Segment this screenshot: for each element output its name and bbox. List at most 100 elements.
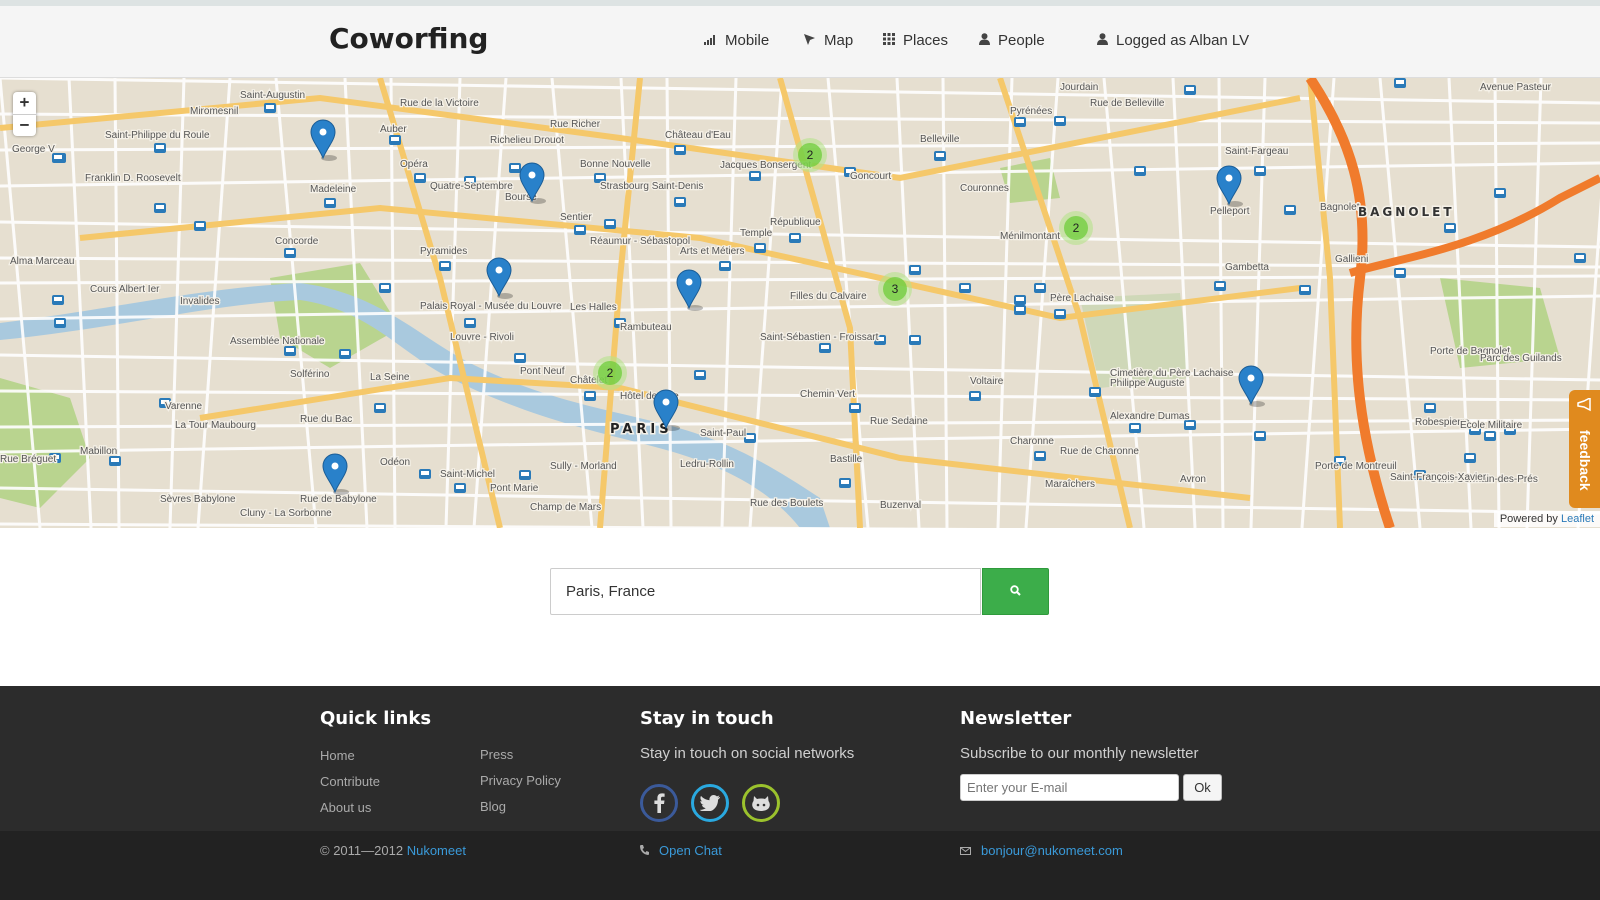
nav-mobile-label: Mobile — [725, 32, 770, 49]
street-label: Rue Richer — [550, 119, 601, 130]
street-label: Saint-Paul — [700, 428, 746, 439]
user-icon — [1097, 33, 1108, 48]
copyright: © 2011—2012 Nukomeet — [320, 843, 466, 858]
nav-mobile[interactable]: Mobile — [704, 32, 769, 49]
street-label: Pelleport — [1210, 206, 1250, 217]
map-pin-icon — [803, 33, 816, 49]
newsletter-heading: Newsletter — [960, 708, 1072, 729]
search-button[interactable] — [982, 568, 1049, 615]
phone-icon — [640, 844, 649, 858]
nav-places[interactable]: Places — [883, 32, 948, 49]
street-label: Couronnes — [960, 183, 1009, 194]
city-label: PARIS — [610, 422, 673, 437]
footer-link-contribute[interactable]: Contribute — [320, 774, 380, 789]
street-label: Pont Marie — [490, 483, 539, 494]
zoom-control: + − — [13, 92, 36, 136]
street-label: Filles du Calvaire — [790, 291, 867, 302]
street-label: Alexandre Dumas — [1110, 411, 1189, 422]
newsletter-email-input[interactable] — [960, 774, 1179, 801]
zoom-in-button[interactable]: + — [13, 92, 36, 114]
street-label: Maraîchers — [1045, 479, 1095, 490]
street-label: Les Halles — [570, 302, 617, 313]
marker-cluster[interactable]: 2 — [593, 356, 627, 390]
street-label: Miromesnil — [190, 106, 238, 117]
street-label: Charonne — [1010, 436, 1054, 447]
nav-map[interactable]: Map — [803, 32, 853, 49]
svg-text:3: 3 — [892, 282, 899, 296]
nav-user-account[interactable]: Logged as Alban LV — [1097, 32, 1249, 49]
street-label: Cours Albert Ier — [90, 284, 160, 295]
feedback-tab[interactable]: feedback — [1569, 390, 1600, 508]
street-label: Saint-François-Xavier — [1390, 472, 1487, 483]
nav-map-label: Map — [824, 32, 854, 49]
nav-people-label: People — [998, 32, 1045, 49]
street-label: Temple — [740, 228, 773, 239]
street-label: Champ de Mars — [530, 502, 601, 513]
subfooter — [0, 831, 1600, 900]
footer-link-press[interactable]: Press — [480, 747, 513, 762]
street-label: Rue du Bac — [300, 414, 352, 425]
newsletter-submit-button[interactable]: Ok — [1183, 774, 1222, 801]
street-label: Strasbourg Saint-Denis — [600, 181, 703, 192]
street-label: Invalides — [180, 296, 219, 307]
map-view[interactable]: Saint-Augustin Miromesnil Rue de la Victoi… — [0, 78, 1600, 528]
nav-user-label: Logged as Alban LV — [1116, 32, 1250, 49]
district-label: BAGNOLET — [1358, 205, 1455, 219]
street-label: Pyramides — [420, 246, 467, 257]
street-label: Buzenval — [880, 500, 921, 511]
street-label: Philippe Auguste — [1110, 378, 1185, 389]
street-label: Quatre-Septembre — [430, 181, 513, 192]
street-label: Odéon — [380, 457, 410, 468]
street-label: Rue de Charonne — [1060, 446, 1139, 457]
street-label: Saint-Philippe du Roule — [105, 130, 210, 141]
street-label: Château d'Eau — [665, 130, 731, 141]
open-chat: Open Chat — [640, 843, 722, 858]
street-label: Sentier — [560, 212, 592, 223]
location-search-input[interactable] — [550, 568, 981, 615]
footer-link-blog[interactable]: Blog — [480, 799, 506, 814]
zoom-out-button[interactable]: − — [13, 114, 36, 136]
company-link[interactable]: Nukomeet — [407, 843, 466, 858]
street-label: Gallieni — [1335, 254, 1368, 265]
street-label: Varenne — [165, 401, 203, 412]
marker-cluster[interactable]: 2 — [793, 138, 827, 172]
street-label: Goncourt — [850, 171, 891, 182]
nav-people[interactable]: People — [979, 32, 1045, 49]
facebook-icon[interactable] — [640, 784, 678, 822]
street-label: Saint-Sébastien - Froissart — [760, 332, 879, 343]
street-label: Opéra — [400, 159, 428, 170]
github-icon[interactable] — [742, 784, 780, 822]
street-label: Parc des Guilands — [1480, 353, 1562, 364]
street-label: Assemblée Nationale — [230, 336, 325, 347]
leaflet-link[interactable]: Leaflet — [1561, 513, 1594, 525]
street-label: Concorde — [275, 236, 319, 247]
street-label: Porte de Montreuil — [1315, 461, 1397, 472]
street-label: Richelieu Drouot — [490, 135, 564, 146]
footer-link-about[interactable]: About us — [320, 800, 371, 815]
footer-link-privacy[interactable]: Privacy Policy — [480, 773, 561, 788]
marker-cluster[interactable]: 3 — [878, 272, 912, 306]
marker-cluster[interactable]: 2 — [1059, 211, 1093, 245]
street-label: Rue Sedaine — [870, 416, 928, 427]
street-label: Voltaire — [970, 376, 1004, 387]
street-label: Bastille — [830, 454, 863, 465]
map-tiles[interactable]: Saint-AugustinMiromesnil Rue de la Victoi… — [0, 78, 1600, 528]
street-label: Rue de Babylone — [300, 494, 377, 505]
twitter-icon[interactable] — [691, 784, 729, 822]
newsletter-text: Subscribe to our monthly newsletter — [960, 745, 1199, 762]
street-label: Chemin Vert — [800, 389, 855, 400]
open-chat-link[interactable]: Open Chat — [659, 843, 722, 858]
email-link[interactable]: bonjour@nukomeet.com — [981, 843, 1123, 858]
street-label: Madeleine — [310, 184, 357, 195]
street-label: Auber — [380, 124, 407, 135]
street-label: Mabillon — [80, 446, 117, 457]
street-label: Bonne Nouvelle — [580, 159, 651, 170]
brand-logo[interactable]: Coworfing — [329, 22, 488, 55]
street-label: Louvre - Rivoli — [450, 332, 514, 343]
feedback-label: feedback — [1577, 430, 1593, 491]
street-label: Cluny - La Sorbonne — [240, 508, 332, 519]
street-label: Avenue Pasteur — [1480, 82, 1552, 93]
footer-link-home[interactable]: Home — [320, 748, 355, 763]
street-label: Jourdain — [1060, 82, 1098, 93]
svg-text:2: 2 — [1073, 221, 1080, 235]
